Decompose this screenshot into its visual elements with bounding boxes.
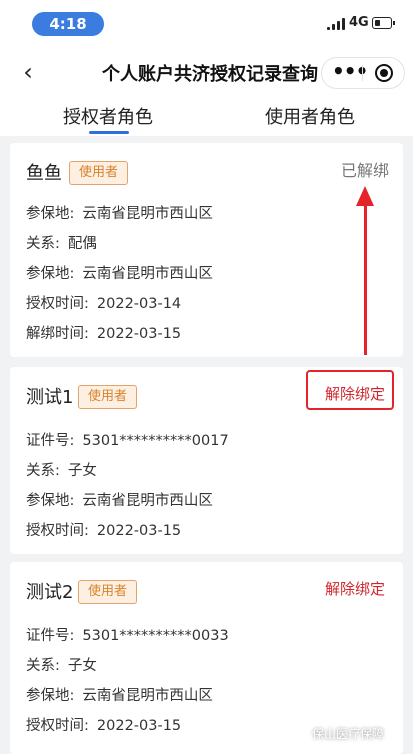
row-value: 云南省昆明市西山区 xyxy=(82,688,213,704)
status-time: 4:18 xyxy=(32,12,104,36)
active-tab-indicator xyxy=(89,131,129,134)
close-miniprogram-icon[interactable] xyxy=(375,64,393,82)
record-row: 关系: 子女 xyxy=(26,654,97,675)
row-label: 授权时间: xyxy=(26,718,89,734)
record-row: 参保地: 云南省昆明市西山区 xyxy=(26,684,213,705)
nav-bar: ‹ 个人账户共济授权记录查询 ••• xyxy=(0,46,413,98)
row-label: 参保地: xyxy=(26,266,75,282)
unbind-button[interactable]: 解除绑定 xyxy=(325,383,385,404)
row-label: 参保地: xyxy=(26,688,75,704)
back-icon[interactable]: ‹ xyxy=(16,58,40,86)
record-name: 测试2 xyxy=(26,582,74,603)
record-name: 鱼鱼 xyxy=(26,163,62,184)
role-badge: 使用者 xyxy=(69,161,129,185)
row-value: 2022-03-15 xyxy=(96,326,182,342)
record-row: 解绑时间: 2022-03-15 xyxy=(26,322,181,343)
record-row: 关系: 配偶 xyxy=(26,232,97,253)
row-label: 授权时间: xyxy=(26,296,89,312)
record-row: 证件号: 5301**********0033 xyxy=(26,624,229,645)
record-row: 参保地: 云南省昆明市西山区 xyxy=(26,202,213,223)
role-badge: 使用者 xyxy=(78,580,138,604)
record-row: 授权时间: 2022-03-15 xyxy=(26,519,181,540)
annotation-arrow-shaft xyxy=(364,203,367,355)
row-value: 子女 xyxy=(67,463,97,479)
row-label: 参保地: xyxy=(26,493,75,509)
row-label: 证件号: xyxy=(26,433,75,449)
record-name: 测试1 xyxy=(26,387,74,408)
record-row: 关系: 子女 xyxy=(26,459,97,480)
battery-icon xyxy=(372,17,395,29)
more-icon[interactable]: ••• xyxy=(332,61,368,82)
row-value: 5301**********0017 xyxy=(82,433,229,449)
row-value: 云南省昆明市西山区 xyxy=(82,266,213,282)
row-label: 关系: xyxy=(26,658,60,674)
role-badge: 使用者 xyxy=(78,385,138,409)
record-row: 授权时间: 2022-03-14 xyxy=(26,292,181,313)
role-tabs: 授权者角色 使用者角色 xyxy=(0,98,413,136)
miniprogram-capsule: ••• xyxy=(321,57,405,89)
row-value: 5301**********0033 xyxy=(82,628,229,644)
tab-authorizer-role[interactable]: 授权者角色 xyxy=(28,103,188,129)
record-card: 鱼鱼 使用者 已解绑 参保地: 云南省昆明市西山区 关系: 配偶 参保地: 云南省昆明… xyxy=(10,143,403,357)
row-label: 关系: xyxy=(26,236,60,252)
unbind-button[interactable]: 解除绑定 xyxy=(325,578,385,599)
row-value: 配偶 xyxy=(67,236,97,252)
record-row: 证件号: 5301**********0017 xyxy=(26,429,229,450)
row-value: 2022-03-15 xyxy=(96,523,182,539)
tab-user-role[interactable]: 使用者角色 xyxy=(230,103,390,129)
row-label: 参保地: xyxy=(26,206,75,222)
record-row: 参保地: 云南省昆明市西山区 xyxy=(26,489,213,510)
record-card: 测试1 使用者 解除绑定 证件号: 5301**********0017 关系: 子… xyxy=(10,367,403,554)
row-label: 关系: xyxy=(26,463,60,479)
unbound-status: 已解绑 xyxy=(340,161,389,180)
capsule-divider xyxy=(362,65,363,81)
row-value: 2022-03-14 xyxy=(96,296,182,312)
record-row: 参保地: 云南省昆明市西山区 xyxy=(26,262,213,283)
wechat-icon xyxy=(289,725,309,741)
row-label: 授权时间: xyxy=(26,523,89,539)
row-label: 证件号: xyxy=(26,628,75,644)
watermark-text: 保山医疗保障 xyxy=(312,727,385,741)
status-bar: 4:18 4G xyxy=(0,0,413,46)
annotation-arrow-head xyxy=(356,186,374,206)
record-row: 授权时间: 2022-03-15 xyxy=(26,714,181,735)
network-type: 4G xyxy=(349,15,369,30)
row-value: 2022-03-15 xyxy=(96,718,182,734)
row-value: 子女 xyxy=(67,658,97,674)
row-value: 云南省昆明市西山区 xyxy=(82,493,213,509)
page-title: 个人账户共济授权记录查询 xyxy=(102,64,318,85)
row-value: 云南省昆明市西山区 xyxy=(82,206,213,222)
row-label: 解绑时间: xyxy=(26,326,89,342)
signal-icon xyxy=(327,18,345,30)
